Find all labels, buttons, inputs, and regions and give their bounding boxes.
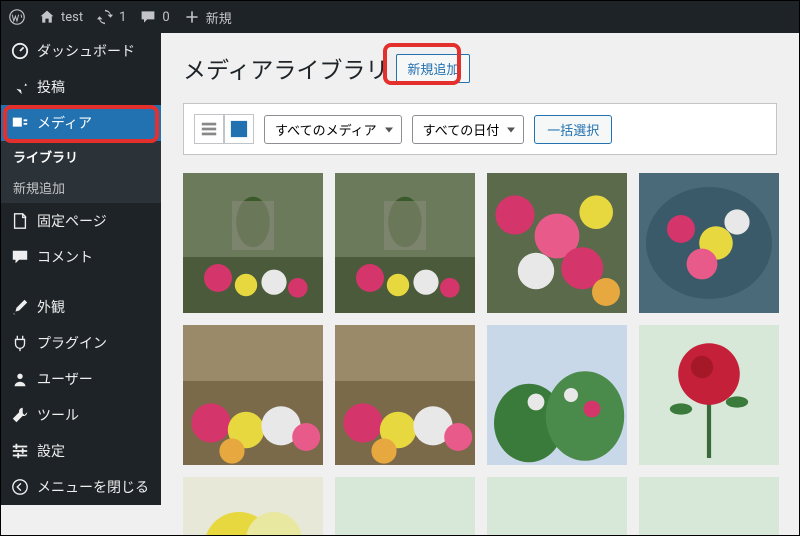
- comment-icon: [140, 9, 156, 25]
- submenu-library[interactable]: ライブラリ: [1, 141, 161, 172]
- comments-link[interactable]: 0: [140, 9, 169, 25]
- filter-date-select[interactable]: すべての日付: [412, 115, 525, 144]
- updates-link[interactable]: 1: [97, 9, 126, 25]
- appearance-label: 外観: [37, 297, 65, 317]
- dashboard-icon: [11, 42, 29, 60]
- filter-date-label: すべての日付: [423, 124, 500, 139]
- view-grid-button[interactable]: [224, 114, 254, 144]
- media-item[interactable]: [639, 173, 779, 313]
- content-area: メディアライブラリ 新規追加 すべてのメディア すべての日付 一括選択: [161, 33, 799, 535]
- media-item[interactable]: [487, 173, 627, 313]
- plus-icon: [184, 9, 200, 25]
- media-item[interactable]: [487, 325, 627, 465]
- users-label: ユーザー: [37, 369, 93, 389]
- media-label: メディア: [37, 113, 92, 133]
- sidebar-item-dashboard[interactable]: ダッシュボード: [1, 33, 161, 69]
- wp-logo[interactable]: [9, 9, 25, 25]
- comments-icon: [11, 248, 29, 266]
- brush-icon: [11, 298, 29, 316]
- media-item[interactable]: [183, 173, 323, 313]
- admin-sidebar: ダッシュボード 投稿 メディア ライブラリ 新規追加 固定ページ コメント 外観…: [1, 33, 161, 505]
- media-item[interactable]: [639, 325, 779, 465]
- user-icon: [11, 370, 29, 388]
- site-name: test: [61, 10, 83, 25]
- collapse-label: メニューを閉じる: [37, 477, 149, 497]
- tools-icon: [11, 406, 29, 424]
- grid-icon: [230, 120, 248, 138]
- comments-count: 0: [162, 10, 169, 25]
- new-label: 新規: [206, 8, 232, 27]
- media-item[interactable]: [183, 325, 323, 465]
- plugin-icon: [11, 334, 29, 352]
- sidebar-item-media[interactable]: メディア: [1, 105, 161, 141]
- pages-label: 固定ページ: [37, 211, 107, 231]
- sidebar-item-users[interactable]: ユーザー: [1, 361, 161, 397]
- sidebar-item-plugins[interactable]: プラグイン: [1, 325, 161, 361]
- tools-label: ツール: [37, 405, 79, 425]
- comments-label: コメント: [37, 247, 93, 267]
- posts-label: 投稿: [37, 77, 65, 97]
- list-icon: [200, 120, 218, 138]
- site-link[interactable]: test: [39, 9, 83, 25]
- filter-media-select[interactable]: すべてのメディア: [264, 115, 402, 144]
- admin-bar: test 1 0 新規: [1, 1, 799, 33]
- settings-label: 設定: [37, 441, 65, 461]
- media-item[interactable]: [335, 325, 475, 465]
- media-item[interactable]: [639, 477, 779, 535]
- page-icon: [11, 212, 29, 230]
- media-item[interactable]: [335, 173, 475, 313]
- page-title: メディアライブラリ: [183, 51, 388, 85]
- sidebar-item-comments[interactable]: コメント: [1, 239, 161, 275]
- sidebar-item-pages[interactable]: 固定ページ: [1, 203, 161, 239]
- updates-count: 1: [119, 10, 126, 25]
- new-link[interactable]: 新規: [184, 8, 232, 27]
- media-item[interactable]: [335, 477, 475, 535]
- home-icon: [39, 9, 55, 25]
- media-item[interactable]: [487, 477, 627, 535]
- settings-icon: [11, 442, 29, 460]
- sidebar-item-settings[interactable]: 設定: [1, 433, 161, 469]
- dashboard-label: ダッシュボード: [37, 41, 135, 61]
- sidebar-item-tools[interactable]: ツール: [1, 397, 161, 433]
- media-submenu: ライブラリ 新規追加: [1, 141, 161, 203]
- media-item[interactable]: [183, 477, 323, 535]
- collapse-icon: [11, 478, 29, 496]
- pin-icon: [11, 78, 29, 96]
- sidebar-collapse[interactable]: メニューを閉じる: [1, 469, 161, 505]
- update-icon: [97, 9, 113, 25]
- filter-bar: すべてのメディア すべての日付 一括選択: [183, 103, 777, 155]
- sidebar-item-posts[interactable]: 投稿: [1, 69, 161, 105]
- sidebar-item-appearance[interactable]: 外観: [1, 289, 161, 325]
- add-new-button[interactable]: 新規追加: [396, 54, 470, 83]
- filter-media-label: すべてのメディア: [275, 124, 377, 139]
- media-grid: [183, 173, 777, 535]
- plugins-label: プラグイン: [37, 333, 107, 353]
- view-list-button[interactable]: [194, 114, 224, 144]
- media-icon: [11, 114, 29, 132]
- bulk-select-button[interactable]: 一括選択: [534, 115, 612, 144]
- submenu-add-new[interactable]: 新規追加: [1, 172, 161, 203]
